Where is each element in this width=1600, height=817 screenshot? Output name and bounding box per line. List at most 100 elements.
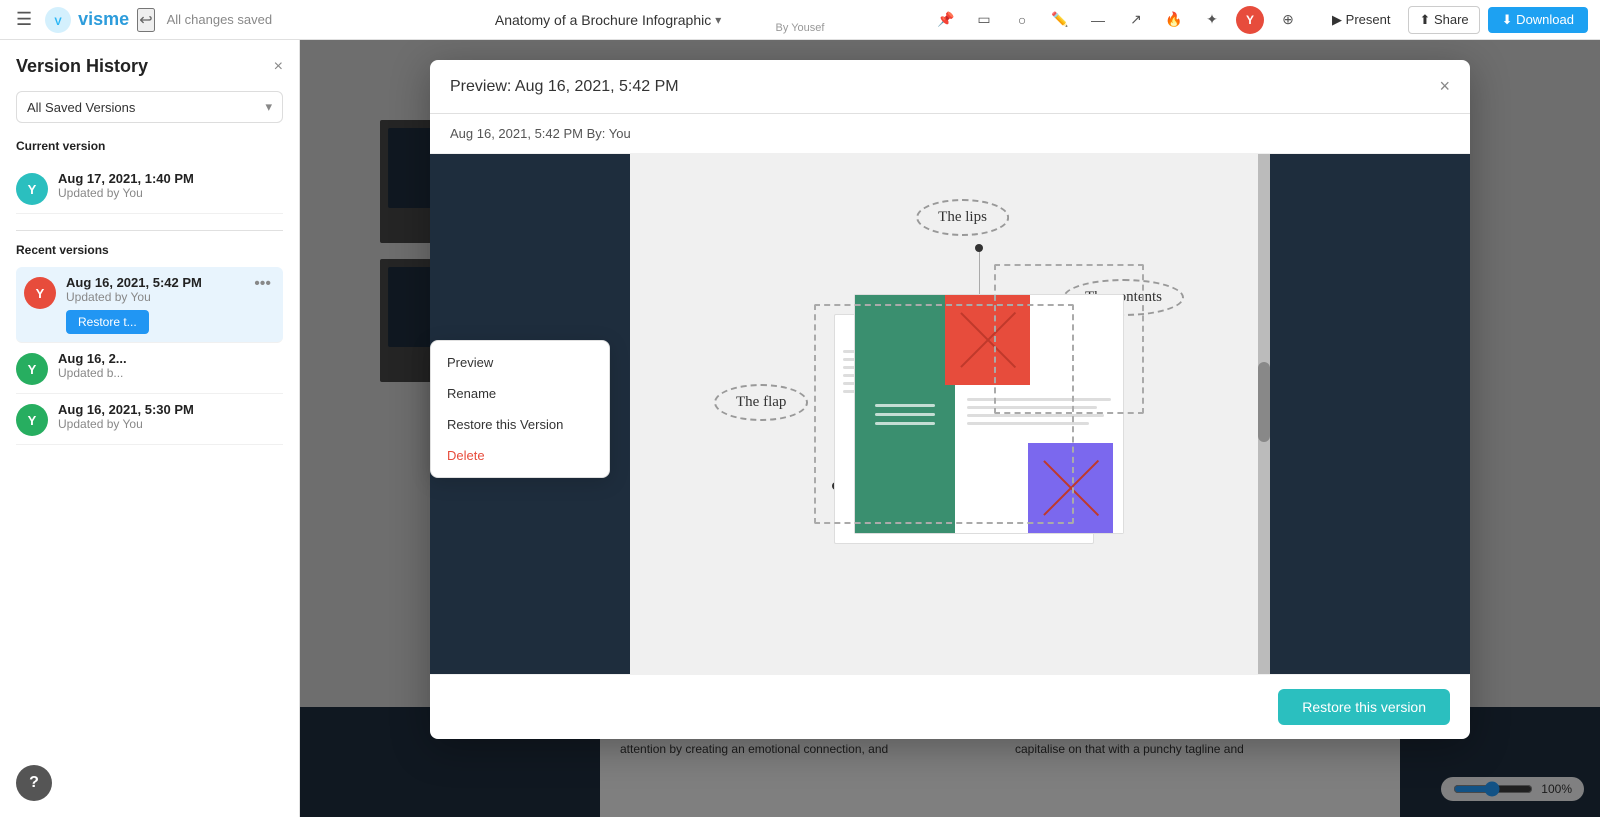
brochure-red-box [945, 295, 1030, 385]
recent-version-1-date: Aug 16, 2021, 5:42 PM [66, 275, 240, 290]
brochure-mockup [824, 284, 1144, 564]
undo-button[interactable]: ↩ [137, 8, 154, 32]
recent-version-2-avatar: Y [16, 353, 48, 385]
saved-status: All changes saved [167, 12, 273, 27]
recent-version-item-2[interactable]: Y Aug 16, 2... Updated b... [16, 343, 283, 394]
brochure-purple-box [1028, 443, 1113, 533]
logo-text: visme [78, 9, 129, 30]
sidebar-header: Version History × [16, 56, 283, 77]
brochure-front-page [854, 294, 1124, 534]
recent-version-3-by: Updated by You [58, 417, 283, 431]
star-tool[interactable]: ✦ [1198, 6, 1226, 34]
brochure-line-1 [875, 404, 935, 407]
front-content-lines [963, 398, 1115, 425]
current-version-date: Aug 17, 2021, 1:40 PM [58, 171, 283, 186]
line-tool[interactable]: — [1084, 6, 1112, 34]
recent-version-3-info: Aug 16, 2021, 5:30 PM Updated by You [58, 402, 283, 431]
context-menu-restore[interactable]: Restore this Version [431, 409, 609, 440]
restore-version-button[interactable]: Restore this version [1278, 689, 1450, 725]
recent-version-1-avatar: Y [24, 277, 56, 309]
rect-tool[interactable]: ▭ [970, 6, 998, 34]
sidebar-title: Version History [16, 56, 148, 77]
sidebar-close-button[interactable]: × [274, 58, 283, 76]
recent-version-1-info: Aug 16, 2021, 5:42 PM Updated by You Res… [66, 275, 240, 334]
sidebar-divider [16, 230, 283, 231]
title-dropdown-icon[interactable]: ▾ [715, 13, 721, 27]
visme-logo-icon: V [44, 6, 72, 34]
current-version-section: Current version Y Aug 17, 2021, 1:40 PM … [16, 139, 283, 214]
current-version-by: Updated by You [58, 186, 283, 200]
toolbar-tools: 📌 ▭ ○ ✏️ — ↗ 🔥 ✦ Y ⊕ [932, 6, 1302, 34]
red-box-x-pattern [945, 295, 1030, 385]
document-title: Anatomy of a Brochure Infographic [495, 12, 711, 28]
purple-box-x-pattern [1028, 443, 1113, 533]
main-area: Version History × All Saved Versions ▾ C… [0, 40, 1600, 817]
modal-footer: Restore this version [430, 674, 1470, 739]
modal-meta: Aug 16, 2021, 5:42 PM By: You [430, 114, 1470, 154]
svg-text:V: V [54, 16, 62, 28]
preview-scrollbar[interactable] [1258, 154, 1270, 674]
chevron-down-icon: ▾ [265, 99, 272, 115]
preview-scrollbar-thumb[interactable] [1258, 362, 1270, 442]
version-filter-dropdown[interactable]: All Saved Versions ▾ [16, 91, 283, 123]
pin-tool[interactable]: 📌 [932, 6, 960, 34]
brochure-right-panel [955, 295, 1123, 533]
current-section-label: Current version [16, 139, 283, 153]
front-line-4 [967, 422, 1089, 425]
recent-version-1-by: Updated by You [66, 290, 240, 304]
version-filter-label: All Saved Versions [27, 100, 135, 115]
front-line-2 [967, 406, 1097, 409]
logo: V visme [44, 6, 129, 34]
recent-section-label: Recent versions [16, 243, 283, 257]
preview-dark-right [1270, 154, 1470, 674]
recent-versions-section: Recent versions Y Aug 16, 2021, 5:42 PM … [16, 243, 283, 445]
brochure-green-panel [855, 295, 955, 533]
flap-label: The flap [714, 384, 808, 421]
current-version-info: Aug 17, 2021, 1:40 PM Updated by You [58, 171, 283, 200]
context-menu-rename[interactable]: Rename [431, 378, 609, 409]
grid-tool[interactable]: ⊕ [1274, 6, 1302, 34]
front-line-3 [967, 414, 1104, 417]
toolbar-right: ▶ Present ⬆ Share ⬇ Download [1310, 6, 1600, 34]
context-menu-preview[interactable]: Preview [431, 347, 609, 378]
current-version-item[interactable]: Y Aug 17, 2021, 1:40 PM Updated by You [16, 163, 283, 214]
preview-center: The lips The flap [630, 154, 1258, 674]
lips-label: The lips [916, 199, 1009, 236]
canvas-area: Letter PAGE 2 A4 PAGE 2 The goal of your… [300, 40, 1600, 817]
pen-tool[interactable]: ✏️ [1046, 6, 1074, 34]
recent-version-3-date: Aug 16, 2021, 5:30 PM [58, 402, 283, 417]
recent-version-item-3[interactable]: Y Aug 16, 2021, 5:30 PM Updated by You [16, 394, 283, 445]
user-avatar: Y [1236, 6, 1264, 34]
recent-version-2-info: Aug 16, 2... Updated b... [58, 351, 283, 380]
recent-version-2-date: Aug 16, 2... [58, 351, 283, 366]
version-more-icon[interactable]: ••• [250, 275, 275, 293]
share-button[interactable]: ⬆ Share [1408, 6, 1479, 34]
toolbar-center: Anatomy of a Brochure Infographic ▾ By Y… [284, 12, 932, 28]
restore-button[interactable]: Restore t... [66, 310, 149, 334]
current-version-avatar: Y [16, 173, 48, 205]
recent-version-item-1[interactable]: Y Aug 16, 2021, 5:42 PM Updated by You R… [16, 267, 283, 343]
toolbar-left: ☰ V visme ↩ All changes saved [0, 5, 284, 34]
brochure-line-3 [875, 422, 935, 425]
version-history-sidebar: Version History × All Saved Versions ▾ C… [0, 40, 300, 817]
flap-oval: The flap [714, 384, 808, 421]
modal-overlay: Preview Rename Restore this Version Dele… [300, 40, 1600, 817]
document-subtitle: By Yousef [776, 22, 825, 34]
context-menu-delete[interactable]: Delete [431, 440, 609, 471]
menu-button[interactable]: ☰ [12, 5, 36, 34]
help-button[interactable]: ? [16, 765, 52, 801]
recent-version-3-avatar: Y [16, 404, 48, 436]
recent-version-2-by: Updated b... [58, 366, 283, 380]
infographic-content: The lips The flap [694, 184, 1194, 644]
modal-title: Preview: Aug 16, 2021, 5:42 PM [450, 78, 679, 96]
present-button[interactable]: ▶ Present [1322, 7, 1400, 33]
color-tool[interactable]: 🔥 [1160, 6, 1188, 34]
modal-header: Preview: Aug 16, 2021, 5:42 PM × [430, 60, 1470, 114]
lips-connector-dot [975, 244, 983, 252]
toolbar: ☰ V visme ↩ All changes saved Anatomy of… [0, 0, 1600, 40]
brochure-line-2 [875, 413, 935, 416]
modal-close-button[interactable]: × [1439, 76, 1450, 97]
download-button[interactable]: ⬇ Download [1488, 7, 1588, 33]
arrow-tool[interactable]: ↗ [1122, 6, 1150, 34]
circle-tool[interactable]: ○ [1008, 6, 1036, 34]
